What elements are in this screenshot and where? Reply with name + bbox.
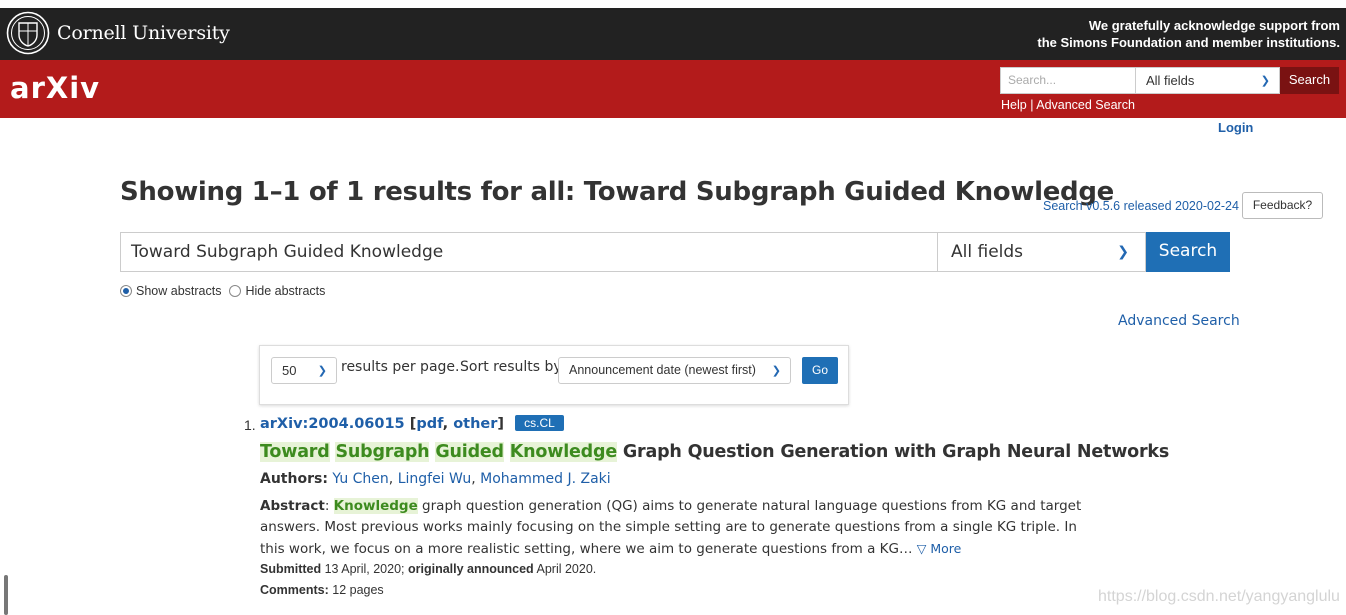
result-comments: Comments: 12 pages (260, 583, 384, 597)
field-select[interactable]: All fields ❯ (938, 232, 1146, 272)
show-abstracts-label: Show abstracts (136, 284, 222, 298)
pdf-link[interactable]: pdf (416, 416, 442, 432)
result-submitted: Submitted 13 April, 2020; originally ann… (260, 562, 596, 576)
advanced-search-link[interactable]: Advanced Search (1118, 313, 1240, 329)
authors-label: Authors: (260, 471, 328, 487)
other-link[interactable]: other (453, 416, 497, 432)
header-links: Help | Advanced Search (1001, 98, 1135, 112)
arxiv-logo[interactable]: arXiv (10, 71, 100, 105)
submitted-date: 13 April, 2020; (321, 562, 408, 576)
cornell-university-name[interactable]: Cornell University (57, 22, 230, 44)
chevron-down-icon: ❯ (1117, 244, 1129, 260)
header-advanced-search-link[interactable]: Advanced Search (1036, 98, 1135, 112)
search-button[interactable]: Search (1146, 232, 1230, 272)
hide-abstracts-label: Hide abstracts (245, 284, 326, 298)
header-field-select-value: All fields (1146, 73, 1195, 88)
arxiv-id-link[interactable]: arXiv:2004.06015 (260, 416, 405, 432)
acknowledgement: We gratefully acknowledge support from t… (1037, 17, 1340, 51)
per-page-label: results per page. (341, 359, 460, 375)
per-page-value: 50 (282, 363, 297, 378)
abstract-label: Abstract (260, 498, 325, 514)
comma: , (442, 416, 454, 432)
feedback-button[interactable]: Feedback? (1242, 192, 1323, 219)
header-search-input[interactable]: Search... (1000, 67, 1136, 94)
page-title: Showing 1–1 of 1 results for all: Toward… (120, 177, 1114, 207)
top-strip (0, 0, 1346, 8)
result-authors: Authors: Yu Chen, Lingfei Wu, Mohammed J… (260, 471, 611, 487)
comments-label: Comments: (260, 583, 329, 597)
submitted-label: Submitted (260, 562, 322, 576)
announced-date: April 2020. (533, 562, 597, 576)
show-abstracts-radio[interactable]: Show abstracts (120, 284, 221, 298)
result-abstract: Abstract: Knowledge graph question gener… (260, 498, 1082, 557)
cornell-seal-icon[interactable] (6, 11, 50, 55)
header-search-button[interactable]: Search (1280, 67, 1339, 94)
field-select-value: All fields (951, 242, 1024, 262)
search-input[interactable]: Toward Subgraph Guided Knowledge (120, 232, 938, 272)
sort-select[interactable]: Announcement date (newest first) ❯ (558, 357, 791, 384)
author-link[interactable]: Yu Chen (332, 471, 388, 487)
scroll-handle[interactable] (4, 575, 8, 615)
announced-label: originally announced (407, 562, 534, 576)
comments-value: 12 pages (328, 583, 384, 597)
result-title: Toward Subgraph Guided Knowledge Graph Q… (260, 442, 1169, 462)
login-link[interactable]: Login (1218, 120, 1253, 135)
ack-line-1: We gratefully acknowledge support from (1088, 18, 1340, 33)
title-highlight-1: Toward (260, 442, 330, 462)
go-button[interactable]: Go (802, 357, 838, 384)
author-link[interactable]: Mohammed J. Zaki (480, 471, 611, 487)
result-id-line: arXiv:2004.06015 [pdf, other] cs.CL (260, 415, 564, 432)
result-number: 1. (244, 417, 256, 433)
version-link[interactable]: Search v0.5.6 released 2020-02-24 (1043, 199, 1239, 213)
sort-label: Sort results by (460, 359, 562, 375)
radio-unchecked-icon[interactable] (229, 285, 242, 297)
radio-checked-icon[interactable] (120, 285, 132, 297)
title-highlight-3: Guided (435, 442, 504, 462)
category-badge[interactable]: cs.CL (515, 415, 564, 431)
header-field-select[interactable]: All fields ❯ (1135, 67, 1280, 94)
watermark: https://blog.csdn.net/yangyanglulu (1098, 588, 1340, 605)
chevron-down-icon: ❯ (1260, 75, 1270, 87)
more-link[interactable]: ▽ More (917, 541, 962, 556)
bracket-close: ] (497, 416, 505, 432)
ack-line-2[interactable]: the Simons Foundation and member institu… (1037, 34, 1340, 51)
title-highlight-2: Subgraph (335, 442, 430, 462)
link-separator: | (1026, 98, 1037, 112)
sort-value: Announcement date (newest first) (569, 363, 756, 377)
arxiv-header: arXiv Search... All fields ❯ Search Help… (0, 60, 1346, 118)
abstract-keyword: Knowledge (333, 498, 418, 514)
hide-abstracts-radio[interactable]: Hide abstracts (229, 284, 325, 298)
title-rest: Graph Question Generation with Graph Neu… (617, 442, 1170, 462)
chevron-down-icon: ❯ (771, 365, 781, 377)
abstract-toggle: Show abstracts Hide abstracts (120, 284, 325, 298)
author-link[interactable]: Lingfei Wu (398, 471, 472, 487)
chevron-down-icon: ❯ (317, 365, 327, 377)
help-link[interactable]: Help (1001, 98, 1027, 112)
per-page-select[interactable]: 50 ❯ (271, 357, 337, 384)
results-controls: 50 ❯ results per page. Sort results by A… (259, 345, 849, 405)
cornell-banner: Cornell University We gratefully acknowl… (0, 8, 1346, 60)
title-highlight-4: Knowledge (509, 442, 617, 462)
